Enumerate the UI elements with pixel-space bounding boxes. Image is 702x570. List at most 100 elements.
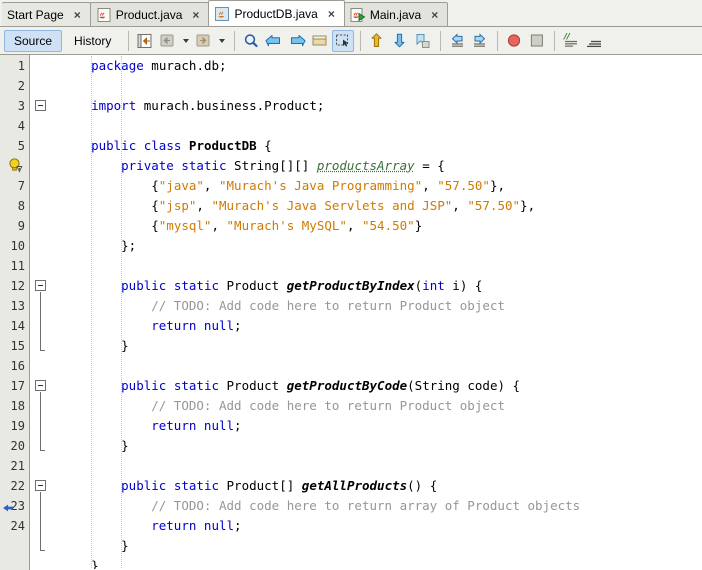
- code-token-str: "Murach's Java Servlets and JSP": [211, 198, 453, 213]
- code-token-pln: ,: [452, 198, 468, 213]
- editor-tab-start-page[interactable]: Start Page ×: [2, 2, 91, 26]
- tab-source[interactable]: Source: [4, 29, 63, 52]
- line-number: 22: [10, 479, 25, 493]
- line-number: 18: [10, 399, 25, 413]
- changed-line-arrow-icon[interactable]: [2, 501, 14, 513]
- code-line: public static Product[] getAllProducts()…: [121, 476, 437, 496]
- tab-history[interactable]: History: [64, 30, 121, 52]
- hint-bulb-icon[interactable]: [7, 157, 24, 174]
- code-token-pln: }: [121, 538, 129, 553]
- code-token-kw: public static: [121, 478, 219, 493]
- comment-icon[interactable]: //: [560, 30, 582, 52]
- editor-tab-product-java[interactable]: Product.java ×: [89, 2, 210, 26]
- code-token-pln: Product: [219, 378, 287, 393]
- code-line: {"java", "Murach's Java Programming", "5…: [151, 176, 505, 196]
- shift-left-icon[interactable]: [446, 30, 468, 52]
- back-dropdown-arrow-icon[interactable]: [180, 30, 191, 52]
- code-token-cls: ProductDB: [188, 138, 257, 153]
- code-line: // TODO: Add code here to return Product…: [151, 396, 505, 416]
- code-token-pln: };: [121, 238, 137, 253]
- next-bookmark-icon[interactable]: [389, 30, 411, 52]
- code-token-pln: ,: [422, 178, 438, 193]
- code-token-kw: import: [91, 98, 137, 113]
- forward-dropdown-arrow-icon[interactable]: [216, 30, 227, 52]
- line-number: 24: [10, 519, 25, 533]
- code-token-str: "java": [158, 178, 204, 193]
- fold-range-line: [40, 392, 41, 450]
- code-token-pln: {: [151, 178, 159, 193]
- close-icon[interactable]: ×: [68, 9, 84, 21]
- code-token-pln: }: [414, 218, 423, 233]
- code-line: public class ProductDB {: [91, 136, 272, 156]
- code-token-str: "Murach's MySQL": [226, 218, 347, 233]
- code-token-kw: public static: [121, 278, 219, 293]
- code-token-mth: getAllProducts: [301, 478, 408, 493]
- code-token-pln: Product: [219, 278, 287, 293]
- line-number: 19: [10, 419, 25, 433]
- tab-label: Main.java: [369, 7, 422, 22]
- back-icon[interactable]: [157, 30, 179, 52]
- toggle-highlight-icon[interactable]: [309, 30, 331, 52]
- editor-bottom-strip: [0, 541, 702, 570]
- line-number: 3: [17, 99, 25, 113]
- line-number: 11: [10, 259, 25, 273]
- line-number: 9: [17, 219, 25, 233]
- line-number: 7: [17, 179, 25, 193]
- toggle-breakpoint-icon[interactable]: [503, 30, 525, 52]
- java-main-class-icon: [350, 7, 366, 23]
- close-icon[interactable]: ×: [186, 9, 202, 21]
- code-token-pln: ,: [203, 178, 219, 193]
- fold-method-get-product-by-index[interactable]: [35, 280, 46, 291]
- code-token-pln: ;: [234, 418, 242, 433]
- last-edit-icon[interactable]: [134, 30, 156, 52]
- fold-range-end: [40, 350, 45, 351]
- line-number: 20: [10, 439, 25, 453]
- code-token-pln: },: [489, 178, 505, 193]
- toolbar-separator: [360, 30, 362, 51]
- fold-method-get-all-products[interactable]: [35, 480, 46, 491]
- line-number: 21: [10, 459, 25, 473]
- line-number: 8: [17, 199, 25, 213]
- code-line: // TODO: Add code here to return Product…: [151, 296, 505, 316]
- code-token-pln: ,: [196, 198, 212, 213]
- tab-label: ProductDB.java: [234, 6, 318, 21]
- code-token-pln: ,: [346, 218, 362, 233]
- code-text-area[interactable]: package murach.db; import murach.business…: [31, 55, 702, 569]
- code-line: package murach.db;: [91, 56, 226, 76]
- find-next-icon[interactable]: [286, 30, 308, 52]
- previous-bookmark-icon[interactable]: [366, 30, 388, 52]
- close-icon[interactable]: ×: [322, 8, 338, 20]
- code-token-pln: ,: [211, 218, 227, 233]
- toggle-rectangular-selection-icon[interactable]: [332, 29, 355, 52]
- line-number: 12: [10, 279, 25, 293]
- line-number: 16: [10, 359, 25, 373]
- code-token-pln: i) {: [444, 278, 483, 293]
- close-icon[interactable]: ×: [425, 9, 441, 21]
- uncomment-icon[interactable]: [583, 30, 605, 52]
- code-token-str: "57.50": [467, 198, 521, 213]
- code-token-pln: {: [151, 198, 159, 213]
- stop-icon[interactable]: [526, 30, 548, 52]
- find-previous-icon[interactable]: [263, 30, 285, 52]
- code-token-pln: (String code) {: [407, 378, 521, 393]
- code-editor[interactable]: 1234567891011121314151617181920212223242…: [0, 55, 702, 569]
- fold-import[interactable]: [35, 100, 46, 111]
- code-line: return null;: [151, 316, 241, 336]
- fold-method-get-product-by-code[interactable]: [35, 380, 46, 391]
- code-line: public static Product getProductByIndex(…: [121, 276, 482, 296]
- find-selection-icon[interactable]: [240, 30, 262, 52]
- code-line: };: [121, 236, 136, 256]
- code-token-pln: [181, 138, 189, 153]
- fold-range-line: [40, 292, 41, 350]
- forward-icon[interactable]: [193, 30, 215, 52]
- toggle-bookmark-icon[interactable]: [412, 30, 434, 52]
- editor-tab-productdb-java[interactable]: ProductDB.java ×: [208, 0, 345, 26]
- shift-right-icon[interactable]: [469, 30, 491, 52]
- line-number: 17: [10, 379, 25, 393]
- toolbar-separator: [128, 30, 130, 51]
- code-line: public static Product getProductByCode(S…: [121, 376, 520, 396]
- code-token-pln: String[][]: [226, 158, 317, 173]
- editor-tab-main-java[interactable]: Main.java ×: [343, 2, 449, 26]
- toolbar-separator: [440, 30, 442, 51]
- line-number-gutter[interactable]: 1234567891011121314151617181920212223242…: [0, 55, 30, 569]
